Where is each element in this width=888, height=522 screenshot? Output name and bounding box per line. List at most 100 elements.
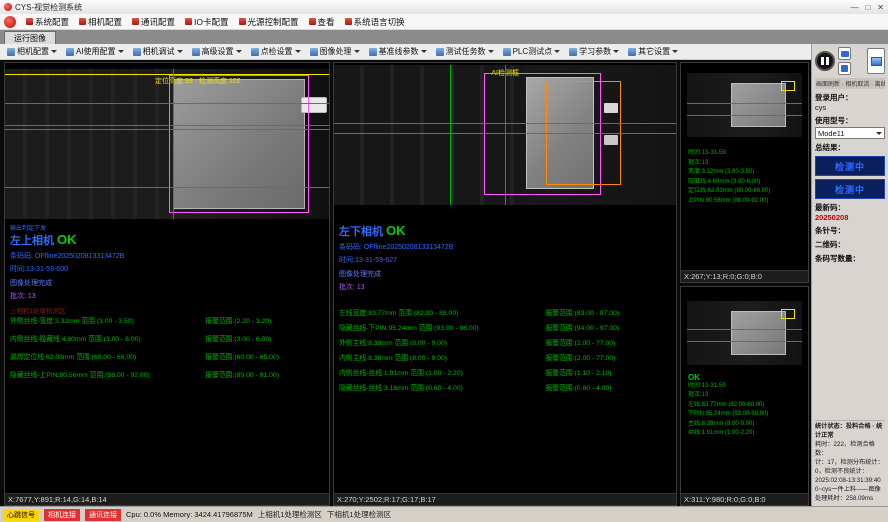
- chevron-down-icon: [672, 50, 678, 53]
- tool-label: 基准线参数: [379, 46, 419, 57]
- measurement-text: 隐藏丝线-下PIN:95.24mm 范围:(93.00 - 98.00): [339, 322, 545, 332]
- chevron-down-icon: [177, 50, 183, 53]
- measure-line-green: [5, 103, 329, 104]
- toolbar-baseline-params[interactable]: 基准线参数: [365, 44, 431, 59]
- qr-code-label: 二维码：: [815, 239, 885, 250]
- statistics-block: 统计状态：投料合格 · 统计正常 耗时：222，检测合格数： 计：17，检测分布…: [815, 420, 885, 504]
- menu-label: 通讯配置: [141, 16, 175, 28]
- chevron-down-icon: [488, 50, 494, 53]
- toolbar-image-process[interactable]: 图像处理: [306, 44, 364, 59]
- chevron-down-icon: [421, 50, 427, 53]
- latest-code-label: 最新码：: [815, 202, 885, 213]
- pause-icon: [821, 57, 824, 65]
- tool-icon: [192, 48, 200, 56]
- tool-icon: [7, 48, 15, 56]
- image-view-button[interactable]: [867, 48, 885, 74]
- tool-label: 相机调试: [143, 46, 175, 57]
- tool-icon: [436, 48, 444, 56]
- camera2-pixel-coords: X:270;Y:2502;R:17;G:17;B:17: [334, 493, 676, 505]
- run-controls: [815, 47, 885, 75]
- tab-run-image[interactable]: 运行图像: [4, 31, 56, 44]
- tool-label: 学习参数: [579, 46, 611, 57]
- cpu-memory-text: Cpu: 0.0% Memory: 3424.41796875M: [126, 510, 253, 519]
- tool-label: 高级设置: [202, 46, 234, 57]
- process-status-text: 图像处理完成: [339, 269, 453, 279]
- process-status-text: 图像处理完成: [10, 278, 124, 288]
- tool-label: 相机配置: [17, 46, 49, 57]
- maximize-button[interactable]: □: [865, 3, 870, 12]
- menu-icon: [309, 18, 316, 25]
- model-select[interactable]: Mode11: [815, 127, 885, 139]
- tool-label: 图像处理: [320, 46, 352, 57]
- close-button[interactable]: ✕: [877, 3, 884, 12]
- menu-light-config[interactable]: 光源控制配置: [234, 14, 304, 29]
- menu-view[interactable]: 查看: [304, 14, 340, 29]
- save-image-button[interactable]: [838, 62, 851, 75]
- zone-top-label[interactable]: 上相机1处理检测区: [258, 509, 322, 520]
- camera2-image: AI检测框: [334, 65, 676, 205]
- stats-line: 0，检测不良统计：: [815, 468, 885, 477]
- menu-label: 光源控制配置: [248, 16, 299, 28]
- alarm-range-text: 报警范围:(3.00 - 6.00): [205, 333, 271, 343]
- picture-icon: [871, 57, 882, 66]
- inspected-part: [731, 311, 786, 355]
- toolbar-camera-config[interactable]: 相机配置: [3, 44, 61, 59]
- stats-line: 0~cys一件上料——图像: [815, 486, 885, 495]
- toolbar-camera-debug[interactable]: 相机调试: [129, 44, 187, 59]
- small-measure-text: 隐藏线:4.60mm (3.00-6.00): [688, 178, 804, 188]
- small-camera1-pixel-coords: X:267;Y:13;R:0;G:0;B:0: [681, 270, 808, 282]
- stats-line: 计：17，检测分布统计：: [815, 459, 885, 468]
- small-camera2-panel: OK 时间:13-31-59 批次:13 左线:83.77mm (82.00-8…: [680, 286, 809, 507]
- measurement-text: 内侧主线:8.38mm 范围:(8.00 - 9.00): [339, 352, 545, 362]
- measurement-text: 外侧主线:8.38mm 范围:(8.00 - 9.00): [339, 337, 545, 347]
- tool-label: AI使用配置: [76, 46, 116, 57]
- toolbar-test-tasks[interactable]: 测试任务数: [432, 44, 498, 59]
- small-measure-text: 宽度:3.32mm (3.00-3.50): [688, 168, 804, 178]
- toolbar-plc-points[interactable]: PLC测试点: [499, 44, 565, 59]
- tool-icon: [503, 48, 511, 56]
- measure-vline-green: [505, 65, 506, 205]
- right-sidebar: 画面刷新 · 相机取流 · 离线模拟 登录用户： cys 使用型号： Mode1…: [811, 44, 888, 506]
- menu-icon: [132, 18, 139, 25]
- toolbar-learning-params[interactable]: 学习参数: [565, 44, 623, 59]
- small-measure-text: 上PIN:90.56mm (88.00-92.00): [688, 197, 804, 207]
- pause-button[interactable]: [815, 51, 835, 71]
- login-user-label: 登录用户：: [815, 92, 885, 103]
- roi-rect-yellow: [781, 81, 795, 91]
- measurement-text: 隐藏丝线-丝线:3.16mm 范围:(0.60 - 4.00): [339, 382, 545, 392]
- chevron-down-icon: [118, 50, 124, 53]
- small-camera-column: 时间:13-31-59 批次:13 宽度:3.32mm (3.00-3.50) …: [680, 62, 809, 506]
- minimize-button[interactable]: —: [850, 3, 858, 12]
- measure-line-green: [5, 125, 329, 126]
- measurement-text: 内侧丝线-丝线:1.91mm 范围:(1.00 - 2.20): [339, 367, 545, 377]
- toolbar-advanced-settings[interactable]: 高级设置: [188, 44, 246, 59]
- menu-system-config[interactable]: 系统配置: [21, 14, 74, 29]
- menu-comm-config[interactable]: 通讯配置: [127, 14, 180, 29]
- small-camera2-result-ok: OK: [688, 373, 804, 382]
- chevron-down-icon: [236, 50, 242, 53]
- chevron-down-icon: [613, 50, 619, 53]
- measurement-text: 隐藏丝线-上PIN:90.56mm 范围:(88.00 - 92.00): [10, 369, 205, 379]
- status-bar: 心跳信号 相机连接 通讯连接 Cpu: 0.0% Memory: 3424.41…: [0, 506, 888, 522]
- toolbar-spot-check[interactable]: 点检设置: [247, 44, 305, 59]
- result-box-top: 检测中: [815, 156, 885, 176]
- alarm-range-text: 报警范围:(2.20 - 3.20): [205, 315, 271, 325]
- camera2-panel: AI检测框 左下相机 OK 条码码: OFfline2025020: [333, 62, 677, 506]
- machine-background: [5, 69, 170, 219]
- zone-bottom-label[interactable]: 下相机1处理检测区: [327, 509, 391, 520]
- menu-camera-config[interactable]: 相机配置: [74, 14, 127, 29]
- camera1-title: 左上相机: [10, 232, 54, 248]
- alarm-range-text: 报警范围:(94.00 - 97.00): [545, 322, 619, 332]
- capture-button[interactable]: [838, 47, 851, 60]
- measure-line-green: [687, 329, 802, 330]
- toolbar-other-settings[interactable]: 其它设置: [624, 44, 682, 59]
- barcode-text: 条码码: OFfline2025020813313472B: [10, 251, 124, 261]
- toolbar-ai-config[interactable]: AI使用配置: [62, 44, 128, 59]
- menu-label: 系统语言切换: [354, 16, 405, 28]
- chevron-down-icon: [51, 50, 57, 53]
- alarm-range-text: 报警范围:(0.60 - 4.00): [545, 382, 611, 392]
- menu-icon: [185, 18, 192, 25]
- menu-io-config[interactable]: IO卡配置: [180, 14, 233, 29]
- menu-label: 相机配置: [88, 16, 122, 28]
- menu-language-switch[interactable]: 系统语言切换: [340, 14, 410, 29]
